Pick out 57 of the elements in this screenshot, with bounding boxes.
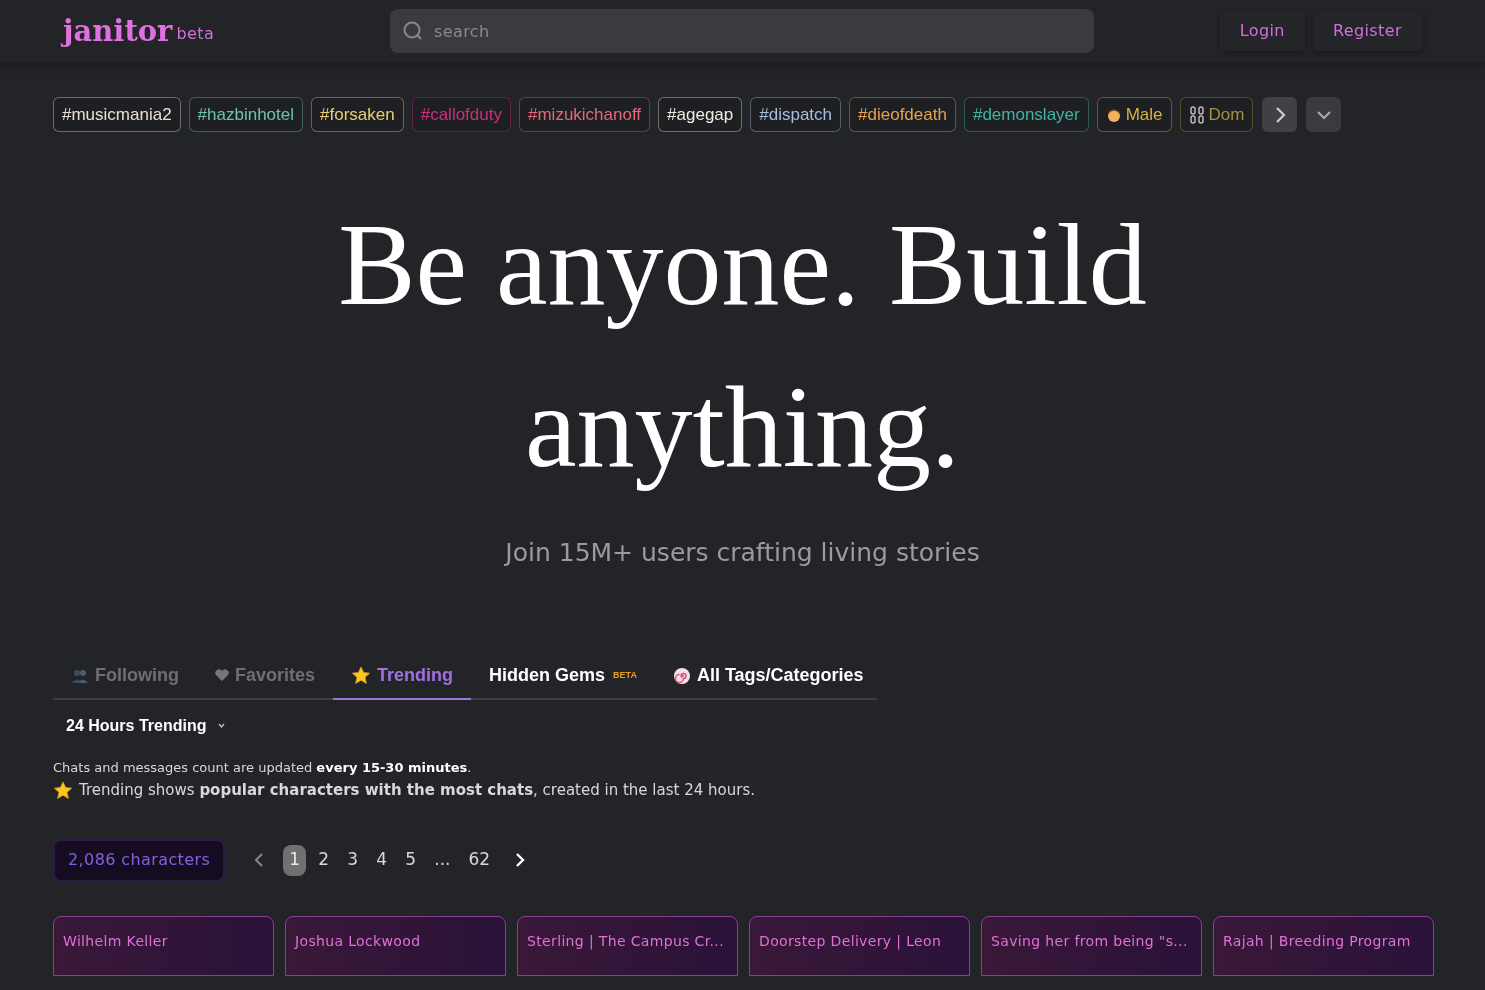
- chevron-down-icon: [1315, 109, 1332, 120]
- page-button[interactable]: 5: [399, 844, 423, 876]
- card-title: Doorstep Delivery | Leon: [759, 932, 942, 949]
- character-card[interactable]: Rajah | Breeding Program: [1213, 915, 1434, 976]
- tag-chip[interactable]: #forsaken: [311, 97, 404, 132]
- page-button[interactable]: 4: [370, 844, 394, 876]
- chevron-right-icon[interactable]: [515, 852, 526, 868]
- hero-title: Be anyone. Build anything.: [337, 200, 1148, 493]
- people-icon: [71, 667, 89, 684]
- spiral-icon: [672, 666, 691, 685]
- tag-chip[interactable]: #hazbinhotel: [188, 97, 304, 132]
- chevron-right-icon: [1273, 105, 1286, 124]
- card-title: Wilhelm Keller: [63, 932, 168, 949]
- beta-label: BETA: [613, 668, 637, 682]
- character-count: 2,086 characters: [53, 838, 226, 882]
- character-card[interactable]: Doorstep Delivery | Leon: [749, 915, 970, 976]
- character-card[interactable]: Sterling | The Campus Cr...: [517, 915, 738, 976]
- page-button[interactable]: 1: [283, 844, 307, 876]
- tag-chip[interactable]: #demonslayer: [963, 97, 1089, 132]
- tag-chip[interactable]: #dispatch: [750, 97, 842, 132]
- chevron-down-button[interactable]: [1306, 97, 1342, 132]
- chevron-left-icon[interactable]: [254, 852, 265, 868]
- beta-label: beta: [176, 22, 215, 45]
- trending-note: Trending shows popular characters with the most chats, created in the last 24 hours.: [79, 780, 755, 801]
- tag-chip[interactable]: #musicmania2: [53, 97, 181, 132]
- period-dropdown[interactable]: 24 Hours Trending: [66, 713, 226, 738]
- card-title: Rajah | Breeding Program: [1223, 932, 1411, 949]
- tab[interactable]: All Tags/Categories: [654, 653, 882, 700]
- login-button[interactable]: Login: [1219, 11, 1305, 51]
- tag-chip[interactable]: Dom: [1179, 97, 1254, 132]
- register-button[interactable]: Register: [1312, 11, 1422, 51]
- tag-chip[interactable]: #dieofdeath: [849, 97, 956, 132]
- tag-chip[interactable]: Male: [1096, 97, 1172, 132]
- caret-icon: [218, 723, 226, 728]
- star-icon: [53, 780, 73, 800]
- character-card[interactable]: Saving her from being "s...: [981, 915, 1202, 976]
- search-icon: [402, 20, 424, 42]
- card-title: Joshua Lockwood: [295, 932, 421, 949]
- tab[interactable]: Hidden Gems BETA: [471, 653, 655, 700]
- card-title: Saving her from being "s...: [991, 932, 1188, 949]
- character-card[interactable]: Joshua Lockwood: [285, 915, 506, 976]
- tab[interactable]: Trending: [333, 653, 472, 700]
- tag-chip[interactable]: #mizukichanoff: [519, 97, 651, 132]
- search-field[interactable]: search: [390, 9, 1094, 53]
- card-title: Sterling | The Campus Cr...: [527, 932, 724, 949]
- hero-subtitle: Join 15M+ users crafting living stories: [505, 537, 980, 569]
- page-button[interactable]: 62: [462, 844, 497, 876]
- heart-icon: [215, 669, 229, 682]
- page-button[interactable]: 2: [312, 844, 336, 876]
- update-note: Chats and messages count are updated every 15-30 minutes.: [53, 758, 473, 777]
- star-icon: [351, 666, 372, 685]
- character-card[interactable]: Wilhelm Keller: [53, 915, 274, 976]
- tag-chip[interactable]: #agegap: [658, 97, 743, 132]
- page-button[interactable]: 3: [341, 844, 365, 876]
- chain-icon: [1188, 105, 1205, 124]
- chevron-right-button[interactable]: [1262, 97, 1298, 132]
- page-button[interactable]: ...: [428, 844, 457, 876]
